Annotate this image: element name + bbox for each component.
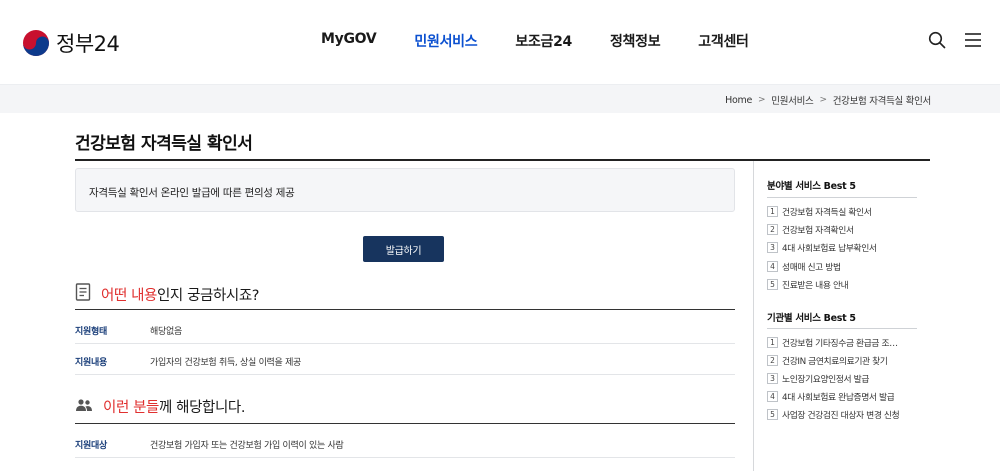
table-row: 지원대상 건강보험 가입자 또는 건강보험 가입 이력이 있는 사람 <box>75 427 735 458</box>
nav-subsidy24[interactable]: 보조금24 <box>515 31 572 51</box>
sidebar-item[interactable]: 3 4대 사회보험료 납부확인서 <box>767 241 917 254</box>
document-icon <box>75 283 91 305</box>
sidebar-item[interactable]: 4 성매매 신고 방법 <box>767 260 917 273</box>
breadcrumb-civil-service[interactable]: 민원서비스 <box>771 93 814 107</box>
nav-policy-info[interactable]: 정책정보 <box>610 31 661 51</box>
sidebar-item-label: 4대 사회보험료 납부확인서 <box>782 244 877 254</box>
row-value-target: 건강보험 가입자 또는 건강보험 가입 이력이 있는 사람 <box>150 441 344 451</box>
breadcrumb-home[interactable]: Home <box>725 95 752 106</box>
rank-badge: 1 <box>767 206 778 217</box>
sidebar-best-field-title: 분야별 서비스 Best 5 <box>767 181 856 192</box>
sidebar-item[interactable]: 2 건강보험 자격확인서 <box>767 223 917 236</box>
rank-badge: 1 <box>767 337 778 348</box>
sidebar-item-label: 건강보험 기타징수금 환급금 조… <box>782 339 898 349</box>
rank-badge: 4 <box>767 391 778 402</box>
sidebar-best-org-title: 기관별 서비스 Best 5 <box>767 313 856 324</box>
section-who-heading: 이런 분들께 해당합니다. <box>75 396 245 417</box>
sidebar-divider-line <box>767 197 917 198</box>
section-who-rest: 께 해당합니다. <box>158 400 246 416</box>
site-header: 정부24 MyGOV 민원서비스 보조금24 정책정보 고객센터 <box>0 0 1000 84</box>
section-what-divider <box>75 309 735 310</box>
people-icon <box>75 397 93 416</box>
taegeuk-logo-icon <box>22 29 50 57</box>
title-divider <box>75 159 930 161</box>
sidebar-divider <box>753 161 754 471</box>
rank-badge: 2 <box>767 224 778 235</box>
sidebar-item[interactable]: 5 사업장 건강검진 대상자 변경 신청 <box>767 408 917 421</box>
summary-box: 자격득실 확인서 온라인 발급에 따른 편의성 제공 <box>75 168 735 212</box>
rank-badge: 5 <box>767 279 778 290</box>
section-what-heading: 어떤 내용인지 궁금하시죠? <box>75 283 259 305</box>
nav-customer-center[interactable]: 고객센터 <box>698 31 749 51</box>
section-who-divider <box>75 423 735 424</box>
sidebar-divider-line <box>767 328 917 329</box>
main-nav: MyGOV 민원서비스 보조금24 정책정보 고객센터 <box>321 31 787 51</box>
sidebar-item-label: 성매매 신고 방법 <box>782 263 841 273</box>
section-what-highlight: 어떤 내용 <box>101 287 157 304</box>
section-what-rest: 인지 궁금하시죠? <box>156 287 260 304</box>
sidebar-best-field: 분야별 서비스 Best 5 1 건강보험 자격득실 확인서 2 건강보험 자격확인… <box>767 178 917 291</box>
search-icon[interactable] <box>928 31 946 53</box>
sidebar-item[interactable]: 1 건강보험 기타징수금 환급금 조… <box>767 336 917 349</box>
sidebar-item-label: 건강보험 자격확인서 <box>782 226 854 236</box>
row-key-support-content: 지원내용 <box>75 358 107 368</box>
rank-badge: 3 <box>767 242 778 253</box>
chevron-right-icon: > <box>758 95 766 105</box>
table-row: 지원형태 해당없음 <box>75 313 735 344</box>
rank-badge: 4 <box>767 261 778 272</box>
chevron-right-icon: > <box>819 95 827 105</box>
breadcrumb-bar: Home > 민원서비스 > 건강보험 자격득실 확인서 <box>0 84 1000 113</box>
sidebar-item[interactable]: 1 건강보험 자격득실 확인서 <box>767 205 917 218</box>
row-key-target: 지원대상 <box>75 441 107 451</box>
logo-text: 정부24 <box>56 32 120 56</box>
rank-badge: 5 <box>767 409 778 420</box>
breadcrumb-current: 건강보험 자격득실 확인서 <box>832 96 932 107</box>
sidebar-item-label: 노인장기요양인정서 발급 <box>782 375 870 385</box>
section-who-highlight: 이런 분들 <box>103 400 159 416</box>
sidebar-best-org: 기관별 서비스 Best 5 1 건강보험 기타징수금 환급금 조… 2 건강IN … <box>767 310 917 421</box>
table-row: 지원내용 가입자의 건강보험 취득, 상실 이력을 제공 <box>75 344 735 375</box>
row-key-support-type: 지원형태 <box>75 327 107 337</box>
row-value-support-content: 가입자의 건강보험 취득, 상실 이력을 제공 <box>150 358 302 368</box>
rank-badge: 3 <box>767 373 778 384</box>
sidebar-item[interactable]: 4 4대 사회보험료 완납증명서 발급 <box>767 390 917 403</box>
sidebar-item-label: 건강보험 자격득실 확인서 <box>782 208 872 218</box>
sidebar-item-label: 건강IN 금연치료의료기관 찾기 <box>782 357 888 367</box>
logo[interactable]: 정부24 <box>22 28 120 58</box>
breadcrumb: Home > 민원서비스 > 건강보험 자격득실 확인서 <box>725 93 932 108</box>
nav-mygov[interactable]: MyGOV <box>321 31 377 51</box>
summary-text: 자격득실 확인서 온라인 발급에 따른 편의성 제공 <box>89 187 295 199</box>
sidebar-item-label: 사업장 건강검진 대상자 변경 신청 <box>782 411 900 421</box>
nav-civil-service[interactable]: 민원서비스 <box>414 31 477 51</box>
hamburger-menu-icon[interactable] <box>964 31 982 53</box>
rank-badge: 2 <box>767 355 778 366</box>
issue-button[interactable]: 발급하기 <box>363 236 444 262</box>
row-value-support-type: 해당없음 <box>150 327 182 337</box>
sidebar-item[interactable]: 2 건강IN 금연치료의료기관 찾기 <box>767 354 917 367</box>
sidebar-item-label: 4대 사회보험료 완납증명서 발급 <box>782 393 895 403</box>
sidebar-item[interactable]: 3 노인장기요양인정서 발급 <box>767 372 917 385</box>
sidebar-item[interactable]: 5 진료받은 내용 안내 <box>767 278 917 291</box>
sidebar-item-label: 진료받은 내용 안내 <box>782 281 849 291</box>
page-title: 건강보험 자격득실 확인서 <box>75 134 253 154</box>
